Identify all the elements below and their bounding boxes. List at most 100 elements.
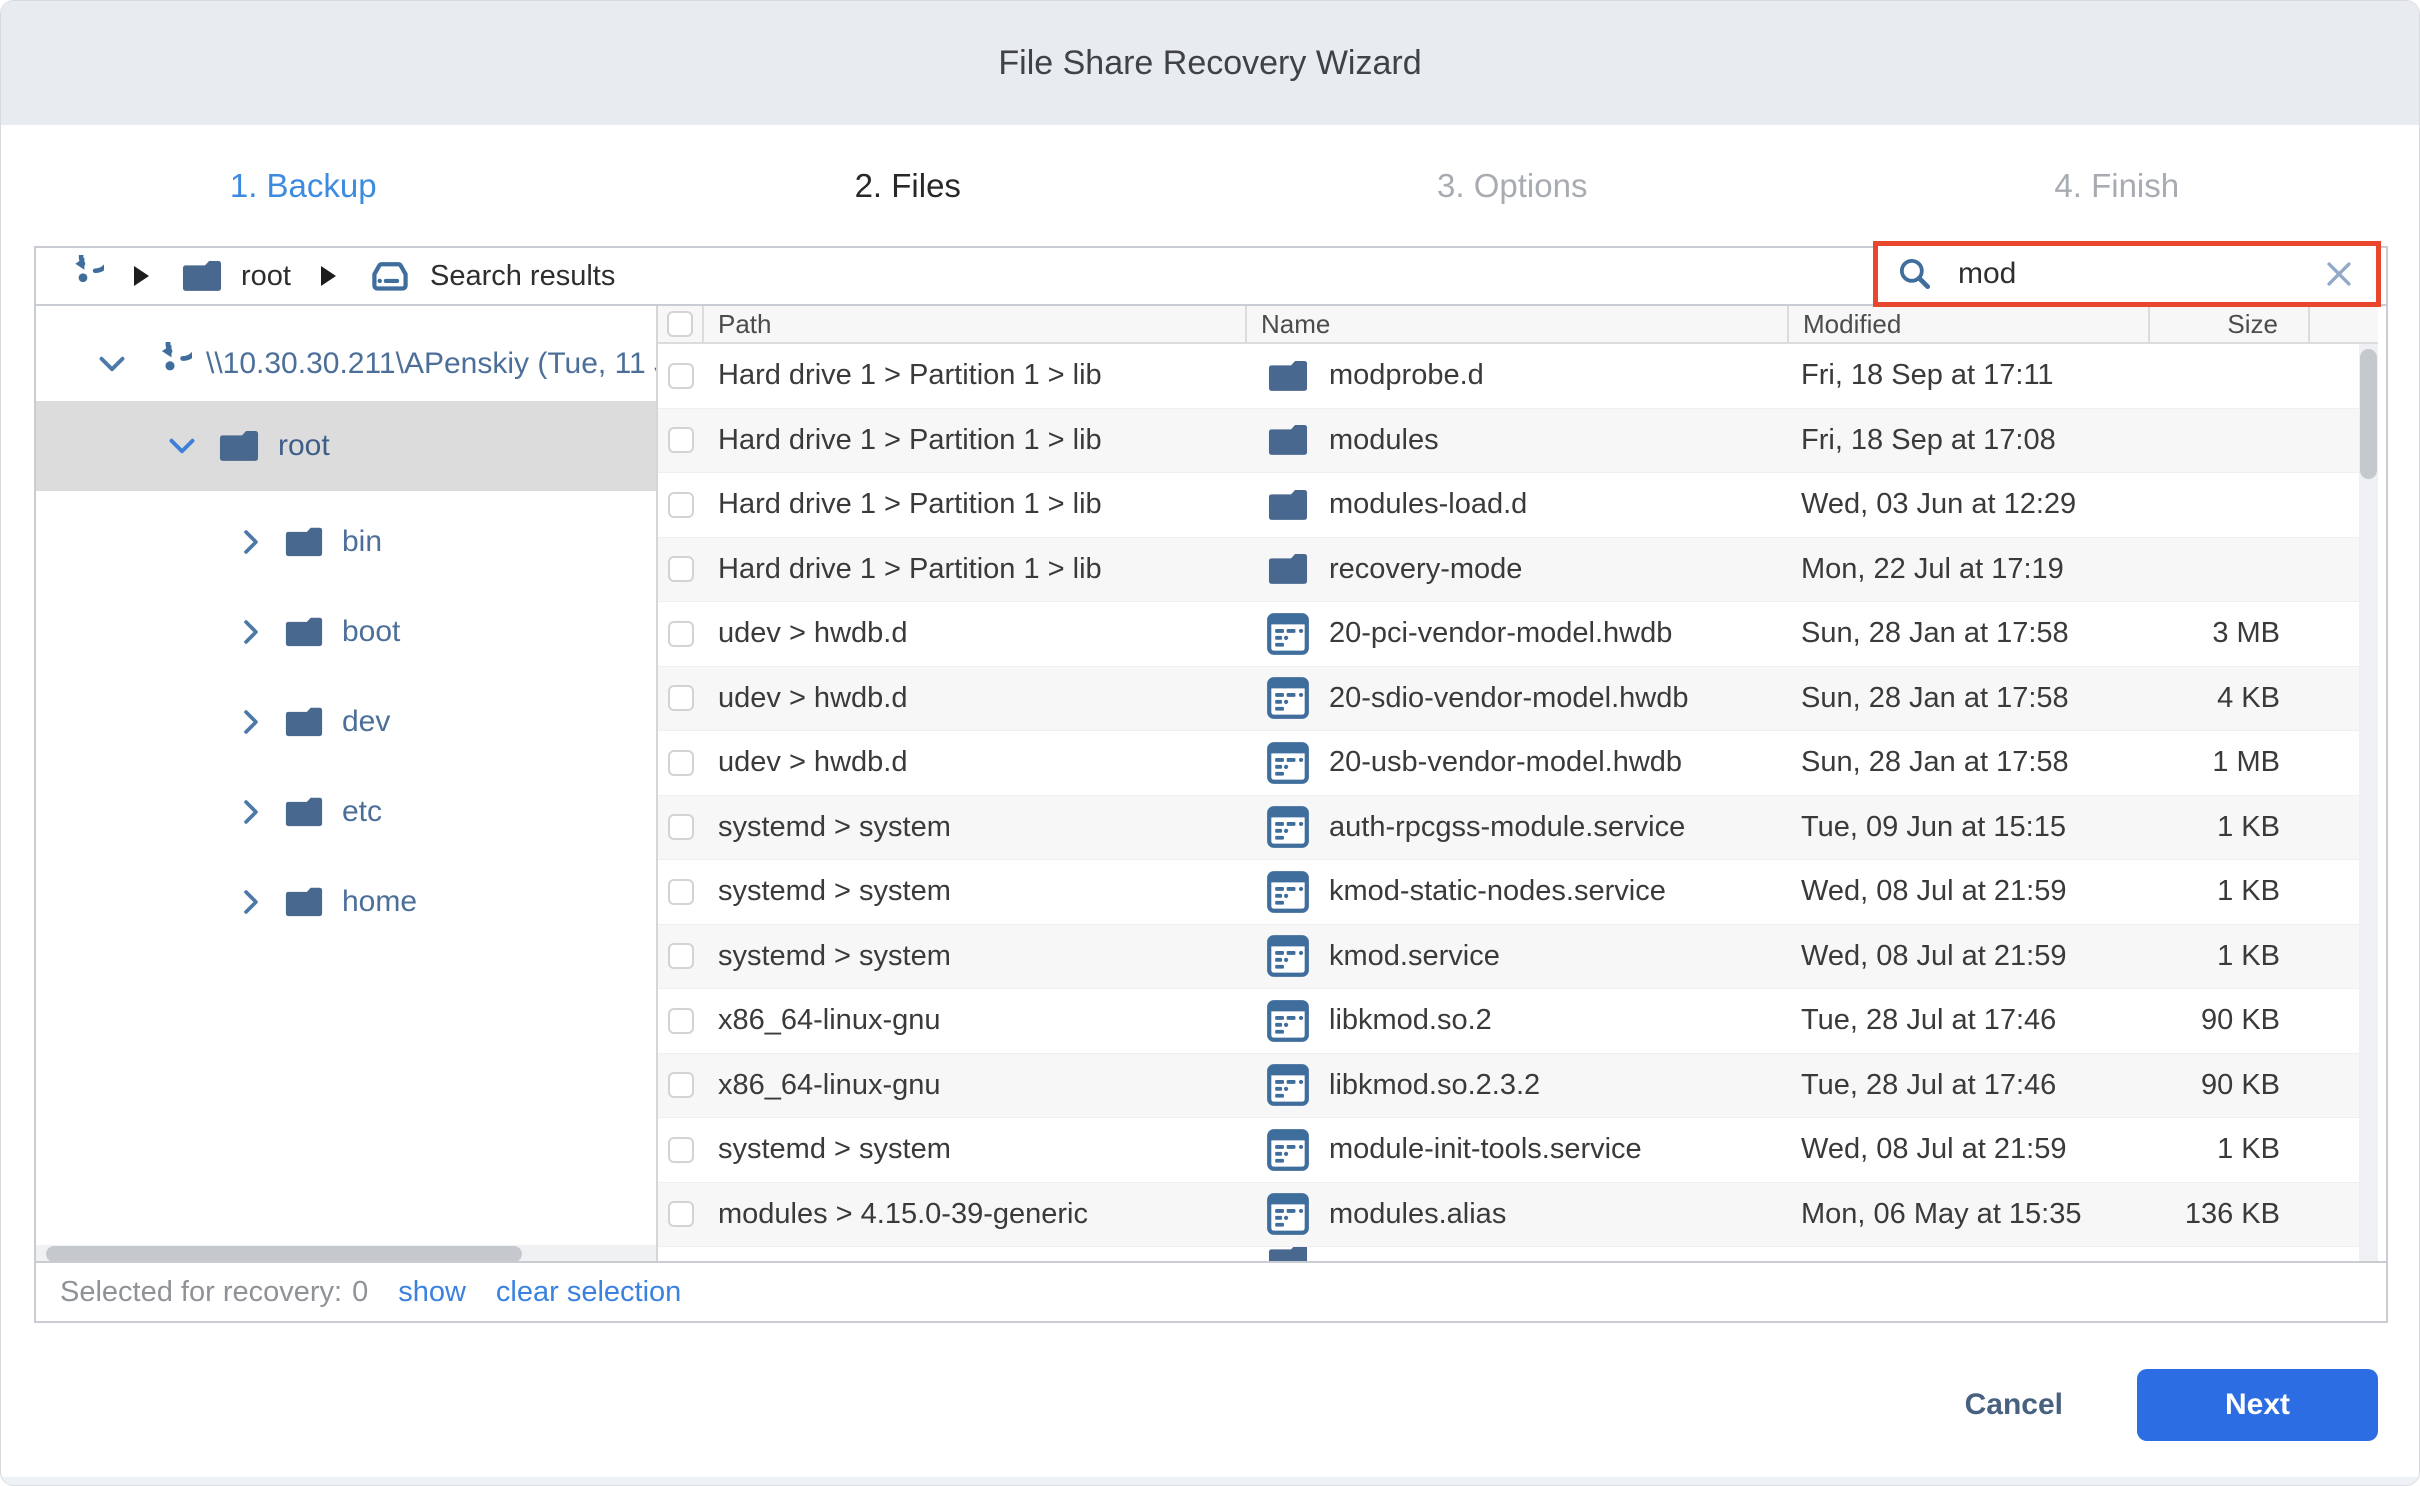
restore-point-icon[interactable] <box>62 255 104 297</box>
chevron-down-icon[interactable] <box>94 346 130 382</box>
size-cell <box>2150 344 2310 408</box>
file-name: modules <box>1329 424 1439 457</box>
row-checkbox[interactable] <box>668 1201 694 1227</box>
tree-item-home[interactable]: home <box>36 857 656 947</box>
size-cell: 1 KB <box>2150 925 2310 989</box>
table-row[interactable]: systemd > systemkmod-static-nodes.servic… <box>658 860 2378 925</box>
tree-item-bin[interactable]: bin <box>36 497 656 587</box>
table-vertical-scrollbar[interactable] <box>2359 344 2378 1263</box>
table-row[interactable]: systemd > systemauth-rpcgss-module.servi… <box>658 796 2378 861</box>
row-checkbox[interactable] <box>668 621 694 647</box>
search-box[interactable]: mod <box>1873 241 2381 307</box>
chevron-right-icon[interactable] <box>234 615 268 649</box>
file-icon <box>1265 611 1311 657</box>
cancel-button[interactable]: Cancel <box>1959 1387 2069 1423</box>
path-cell: Hard drive 1 > Partition 1 > lib <box>704 344 1247 408</box>
row-checkbox[interactable] <box>668 556 694 582</box>
table-vertical-scrollbar-thumb[interactable] <box>2360 349 2377 479</box>
header-modified[interactable]: Modified <box>1789 306 2150 342</box>
row-checkbox[interactable] <box>668 879 694 905</box>
row-checkbox-cell <box>658 796 704 860</box>
table-row[interactable]: systemd > systemmodule-init-tools.servic… <box>658 1118 2378 1183</box>
row-checkbox[interactable] <box>668 363 694 389</box>
breadcrumb-toolbar: root Search results mod <box>36 248 2386 306</box>
row-checkbox[interactable] <box>668 1008 694 1034</box>
tree-item-dev[interactable]: dev <box>36 677 656 767</box>
table-row[interactable]: udev > hwdb.d20-pci-vendor-model.hwdbSun… <box>658 602 2378 667</box>
modified-cell: Wed, 08 Jul at 21:59 <box>1789 925 2150 989</box>
row-checkbox[interactable] <box>668 1072 694 1098</box>
table-row[interactable]: modules > 4.15.0-39-genericmodules.alias… <box>658 1183 2378 1248</box>
table-row[interactable]: udev > hwdb.d20-usb-vendor-model.hwdbSun… <box>658 731 2378 796</box>
modified-cell: Sun, 28 Jan at 17:58 <box>1789 731 2150 795</box>
table-row[interactable]: x86_64-linux-gnulibkmod.so.2Tue, 28 Jul … <box>658 989 2378 1054</box>
wizard-step-3[interactable]: 3. Options <box>1210 125 1815 246</box>
folder-icon <box>216 426 262 466</box>
name-cell: modules <box>1247 409 1789 473</box>
tree-item-backup[interactable]: \\10.30.30.211\APenskiy (Tue, 11 Ja <box>36 330 656 398</box>
row-checkbox[interactable] <box>668 685 694 711</box>
table-row[interactable]: Hard drive 1 > Partition 1 > libmodprobe… <box>658 344 2378 409</box>
row-checkbox-cell <box>658 731 704 795</box>
size-cell: 1 KB <box>2150 796 2310 860</box>
file-name: libkmod.so.2.3.2 <box>1329 1069 1540 1102</box>
chevron-right-icon[interactable] <box>234 705 268 739</box>
wizard-step-4[interactable]: 4. Finish <box>1815 125 2420 246</box>
close-icon[interactable] <box>2322 257 2356 291</box>
show-link[interactable]: show <box>398 1276 466 1309</box>
breadcrumb-root[interactable]: root <box>241 260 291 293</box>
tree-item-boot[interactable]: boot <box>36 587 656 677</box>
tree-item-etc[interactable]: etc <box>36 767 656 857</box>
backup-tree-panel: \\10.30.30.211\APenskiy (Tue, 11 Ja root… <box>36 306 658 1263</box>
path-cell: systemd > system <box>704 860 1247 924</box>
row-checkbox[interactable] <box>668 1137 694 1163</box>
size-cell: 136 KB <box>2150 1183 2310 1247</box>
clear-selection-link[interactable]: clear selection <box>496 1276 681 1309</box>
search-results-table: Path Name Modified Size Hard drive 1 > P… <box>658 306 2378 1263</box>
row-checkbox[interactable] <box>668 943 694 969</box>
file-name: modules.alias <box>1329 1198 1506 1231</box>
file-name: kmod.service <box>1329 940 1500 973</box>
chevron-right-icon[interactable] <box>234 795 268 829</box>
select-all-checkbox[interactable] <box>667 311 693 337</box>
path-cell: x86_64-linux-gnu <box>704 1054 1247 1118</box>
row-checkbox-cell <box>658 409 704 473</box>
row-checkbox[interactable] <box>668 492 694 518</box>
table-row[interactable]: Hard drive 1 > Partition 1 > libmodules-… <box>658 473 2378 538</box>
table-row[interactable]: systemd > systemkmod.serviceWed, 08 Jul … <box>658 925 2378 990</box>
chevron-right-icon[interactable] <box>234 885 268 919</box>
row-checkbox-cell <box>658 344 704 408</box>
chevron-down-icon[interactable] <box>164 428 200 464</box>
table-row[interactable]: Hard drive 1 > Partition 1 > librecovery… <box>658 538 2378 603</box>
chevron-right-icon[interactable] <box>234 525 268 559</box>
next-button[interactable]: Next <box>2137 1369 2378 1441</box>
table-row[interactable]: Hard drive 1 > Partition 1 > libmodulesF… <box>658 409 2378 474</box>
file-name: libkmod.so.2 <box>1329 1004 1492 1037</box>
folder-icon <box>282 613 326 651</box>
table-row[interactable]: udev > hwdb.d20-sdio-vendor-model.hwdbSu… <box>658 667 2378 732</box>
selected-for-recovery-label: Selected for recovery: <box>60 1276 342 1309</box>
row-checkbox-cell <box>658 925 704 989</box>
header-name[interactable]: Name <box>1247 306 1789 342</box>
modified-cell: Wed, 08 Jul at 21:59 <box>1789 1118 2150 1182</box>
header-path[interactable]: Path <box>704 306 1247 342</box>
size-cell: 3 MB <box>2150 602 2310 666</box>
header-size[interactable]: Size <box>2150 306 2310 342</box>
row-checkbox[interactable] <box>668 427 694 453</box>
drive-icon[interactable] <box>366 254 414 298</box>
size-cell: 90 KB <box>2150 989 2310 1053</box>
tree-item-root-selected[interactable]: root <box>36 401 656 491</box>
selected-count: 0 <box>352 1276 368 1309</box>
table-row[interactable]: x86_64-linux-gnulibkmod.so.2.3.2Tue, 28 … <box>658 1054 2378 1119</box>
row-checkbox[interactable] <box>668 814 694 840</box>
search-input[interactable]: mod <box>1958 257 2322 291</box>
file-icon <box>1265 1062 1311 1108</box>
size-cell <box>2150 473 2310 537</box>
wizard-step-2[interactable]: 2. Files <box>606 125 1211 246</box>
tree-horizontal-scrollbar-thumb[interactable] <box>46 1246 522 1262</box>
row-checkbox[interactable] <box>668 750 694 776</box>
folder-icon <box>1265 420 1311 460</box>
status-bar: Selected for recovery: 0 show clear sele… <box>36 1261 2386 1321</box>
folder-icon[interactable] <box>179 256 225 296</box>
wizard-step-1[interactable]: 1. Backup <box>1 125 606 246</box>
